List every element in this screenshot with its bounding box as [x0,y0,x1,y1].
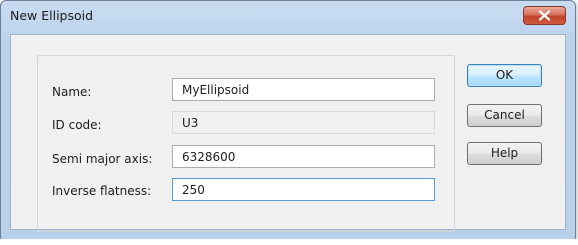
id-code-label: ID code: [52,118,102,132]
title-bar[interactable]: New Ellipsoid [1,1,575,29]
name-label: Name: [52,85,92,99]
background-strip [0,239,578,245]
window-title: New Ellipsoid [10,8,94,23]
name-input[interactable] [172,78,435,101]
close-button[interactable] [523,6,566,25]
inverse-flattening-input[interactable] [172,178,435,201]
id-code-field [172,111,435,134]
close-icon [538,10,551,21]
ok-button[interactable]: OK [467,64,542,87]
semi-major-axis-input[interactable] [172,145,435,168]
inverse-flattening-label: Inverse flatness: [52,184,152,198]
help-button[interactable]: Help [467,142,542,165]
semi-major-axis-label: Semi major axis: [52,152,153,166]
dialog-window: New Ellipsoid Name: ID code: Semi major … [0,0,576,241]
cancel-button[interactable]: Cancel [467,104,542,127]
